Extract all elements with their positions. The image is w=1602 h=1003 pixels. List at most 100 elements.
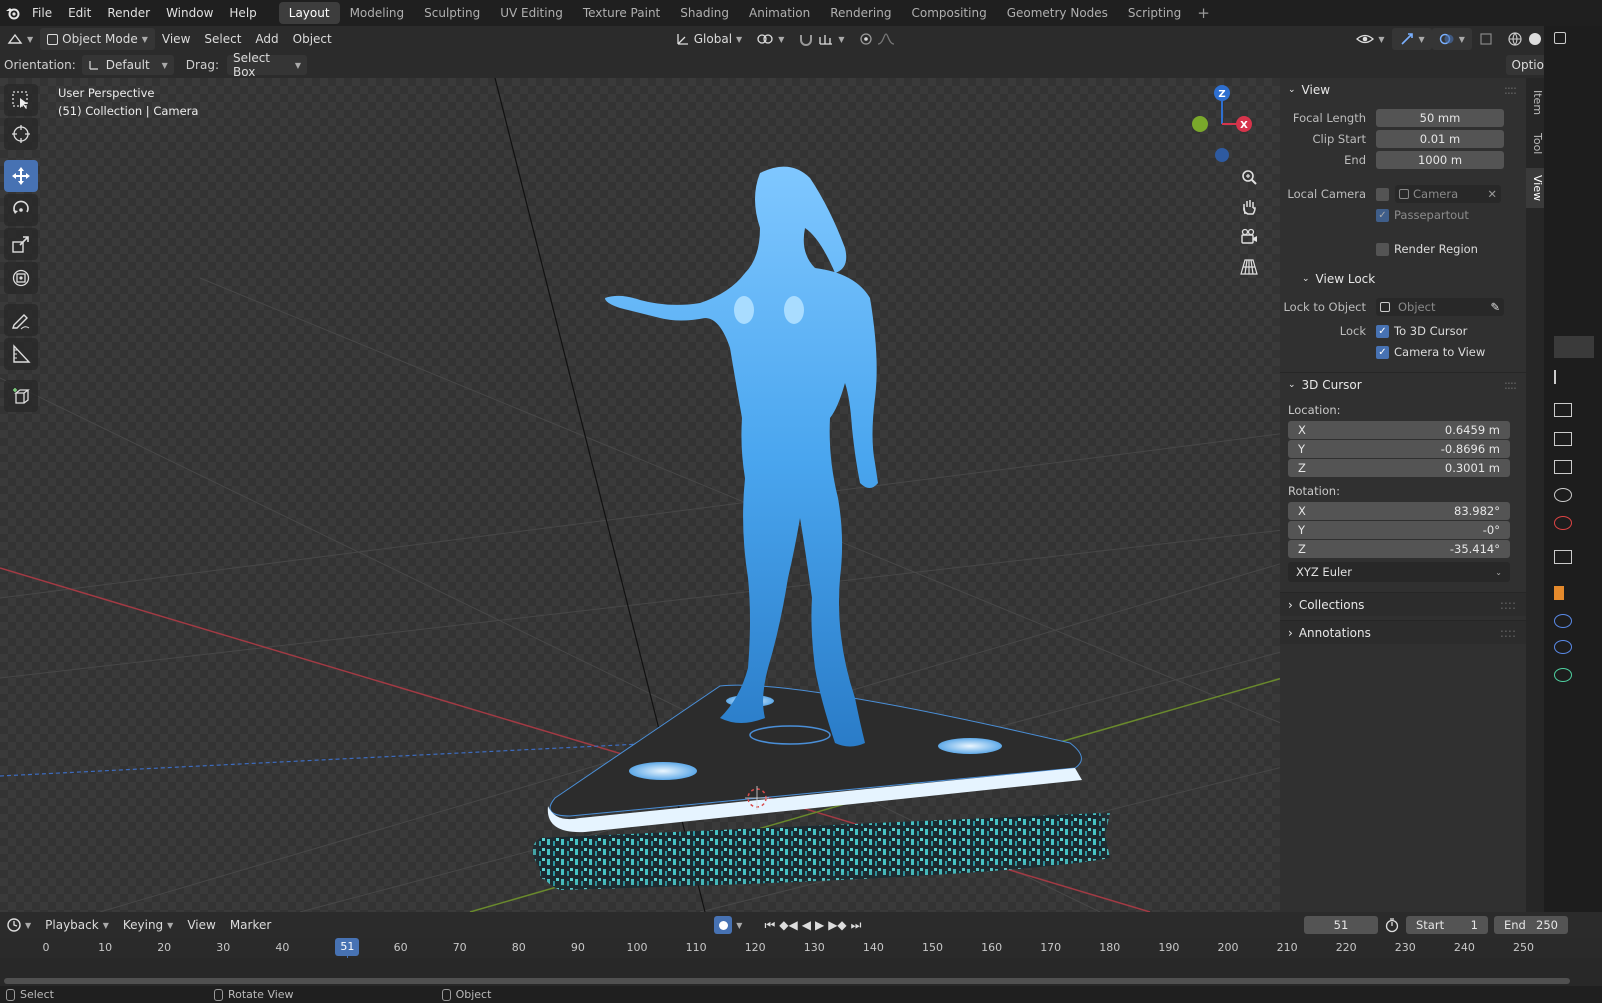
blender-logo-icon[interactable] xyxy=(2,2,24,24)
tab-modeling[interactable]: Modeling xyxy=(340,2,415,24)
playback-menu[interactable]: Playback ▼ xyxy=(38,914,116,936)
tab-compositing[interactable]: Compositing xyxy=(901,2,996,24)
view-lock-header[interactable]: ⌄ View Lock xyxy=(1280,267,1526,291)
tab-rendering[interactable]: Rendering xyxy=(820,2,901,24)
menu-file[interactable]: File xyxy=(24,0,60,26)
cursor-tool[interactable] xyxy=(4,118,38,150)
world-properties-icon[interactable] xyxy=(1554,516,1572,530)
transform-tool[interactable] xyxy=(4,262,38,294)
marker-menu[interactable]: Marker xyxy=(223,914,278,936)
add-cube-tool[interactable] xyxy=(4,380,38,412)
drag-handle-icon[interactable]: :::: xyxy=(1504,83,1517,97)
orientation-select[interactable]: Default ▼ xyxy=(81,55,174,75)
pan-hand-icon[interactable] xyxy=(1236,196,1262,218)
perspective-toggle-icon[interactable] xyxy=(1236,256,1262,278)
tab-scripting[interactable]: Scripting xyxy=(1118,2,1191,24)
focal-length-field[interactable]: 50 mm xyxy=(1376,109,1504,127)
cursor-location-x-field[interactable]: X 0.6459 m xyxy=(1288,421,1510,439)
tab-tool[interactable]: Tool xyxy=(1526,126,1544,162)
tab-item[interactable]: Item xyxy=(1526,84,1544,122)
3d-cursor-panel-header[interactable]: ⌄ 3D Cursor :::: xyxy=(1280,372,1526,396)
cursor-rotation-y-field[interactable]: Y -0° xyxy=(1288,521,1510,539)
collections-panel-header[interactable]: › Collections :::: xyxy=(1280,592,1526,616)
drag-handle-icon[interactable]: :::: xyxy=(1504,378,1517,392)
current-frame-indicator[interactable]: 51 xyxy=(335,938,360,956)
play-reverse-icon[interactable]: ◀ xyxy=(802,918,811,932)
scale-tool[interactable] xyxy=(4,228,38,260)
clip-end-field[interactable]: 1000 m xyxy=(1376,151,1504,169)
collection-properties-icon[interactable] xyxy=(1554,550,1572,564)
menu-window[interactable]: Window xyxy=(158,0,221,26)
menu-view[interactable]: View xyxy=(155,28,197,50)
measure-tool[interactable] xyxy=(4,338,38,370)
camera-view-icon[interactable] xyxy=(1236,226,1262,248)
local-camera-checkbox[interactable] xyxy=(1376,187,1389,201)
object-properties-icon[interactable] xyxy=(1554,586,1564,600)
scene-properties-icon[interactable] xyxy=(1554,488,1572,502)
render-region-checkbox[interactable] xyxy=(1376,242,1389,256)
view-panel-header[interactable]: ⌄ View :::: xyxy=(1280,78,1526,102)
timeline-track-area[interactable] xyxy=(0,958,1602,986)
cursor-location-z-field[interactable]: Z 0.3001 m xyxy=(1288,459,1510,477)
add-workspace-icon[interactable]: + xyxy=(1191,4,1216,22)
gizmo-y-axis[interactable] xyxy=(1192,116,1208,132)
gizmo-toggle-button[interactable]: ▼ xyxy=(1391,28,1432,50)
menu-edit[interactable]: Edit xyxy=(60,0,99,26)
tab-layout[interactable]: Layout xyxy=(278,2,340,24)
modifier-properties-icon[interactable] xyxy=(1554,614,1572,628)
wireframe-shading-icon[interactable] xyxy=(1507,31,1523,47)
visibility-button[interactable]: ▼ xyxy=(1349,28,1391,50)
overlays-toggle-button[interactable]: ▼ xyxy=(1431,28,1472,50)
drag-handle-icon[interactable]: :::: xyxy=(1500,598,1516,612)
mode-select[interactable]: Object Mode ▼ xyxy=(40,28,155,50)
render-properties-icon[interactable] xyxy=(1554,403,1572,417)
end-frame-field[interactable]: End 250 xyxy=(1494,916,1568,934)
annotate-tool[interactable] xyxy=(4,304,38,336)
solid-shading-icon[interactable] xyxy=(1527,31,1543,47)
properties-editor-icon[interactable] xyxy=(1554,32,1566,44)
jump-to-end-icon[interactable]: ⏭ xyxy=(851,918,862,933)
jump-to-keyframe-forward-icon[interactable]: ▶◆ xyxy=(828,918,846,932)
local-camera-field[interactable]: Camera ✕ xyxy=(1395,185,1501,203)
menu-object[interactable]: Object xyxy=(286,28,339,50)
tab-uv-editing[interactable]: UV Editing xyxy=(490,2,573,24)
camera-to-view-checkbox[interactable]: ✓ xyxy=(1376,345,1389,359)
tab-texture-paint[interactable]: Texture Paint xyxy=(573,2,670,24)
zoom-icon[interactable] xyxy=(1236,166,1262,188)
tab-sculpting[interactable]: Sculpting xyxy=(414,2,490,24)
cursor-location-y-field[interactable]: Y -0.8696 m xyxy=(1288,440,1510,458)
gizmo-neg-z-axis[interactable] xyxy=(1215,148,1229,162)
rotate-tool[interactable] xyxy=(4,194,38,226)
passepartout-checkbox[interactable]: ✓ xyxy=(1376,208,1389,222)
auto-keying-button[interactable] xyxy=(714,916,733,934)
clip-start-field[interactable]: 0.01 m xyxy=(1376,130,1504,148)
lock-to-object-field[interactable]: Object ✎ xyxy=(1376,298,1504,316)
annotations-panel-header[interactable]: › Annotations :::: xyxy=(1280,620,1526,644)
view-layer-properties-icon[interactable] xyxy=(1554,460,1572,474)
navigation-gizmo[interactable]: Z X xyxy=(1186,80,1266,170)
properties-header-icon[interactable] xyxy=(1554,336,1594,358)
snap-button[interactable]: ▼ xyxy=(791,28,851,50)
select-box-tool[interactable] xyxy=(4,84,38,116)
clear-icon[interactable]: ✕ xyxy=(1487,187,1497,201)
xray-toggle-button[interactable] xyxy=(1472,28,1500,50)
timeline-ruler[interactable]: 0102030405060708090100110120130140150160… xyxy=(0,938,1602,986)
play-icon[interactable]: ▶ xyxy=(815,918,824,932)
cursor-rotation-x-field[interactable]: X 83.982° xyxy=(1288,502,1510,520)
output-properties-icon[interactable] xyxy=(1554,432,1572,446)
jump-to-keyframe-back-icon[interactable]: ◆◀ xyxy=(779,918,797,932)
tab-animation[interactable]: Animation xyxy=(739,2,820,24)
proportional-editing-button[interactable] xyxy=(852,28,902,50)
drag-handle-icon[interactable]: :::: xyxy=(1500,626,1516,640)
tool-properties-icon[interactable] xyxy=(1554,370,1560,384)
tab-geometry-nodes[interactable]: Geometry Nodes xyxy=(997,2,1118,24)
keying-menu[interactable]: Keying ▼ xyxy=(116,914,180,936)
current-frame-field[interactable]: 51 xyxy=(1304,916,1378,934)
tab-shading[interactable]: Shading xyxy=(670,2,739,24)
menu-add[interactable]: Add xyxy=(248,28,285,50)
timeline-view-menu[interactable]: View xyxy=(180,914,222,936)
menu-select[interactable]: Select xyxy=(197,28,248,50)
move-tool[interactable] xyxy=(4,160,38,192)
rotation-mode-select[interactable]: XYZ Euler ⌄ xyxy=(1288,562,1510,582)
physics-properties-icon[interactable] xyxy=(1554,640,1572,654)
